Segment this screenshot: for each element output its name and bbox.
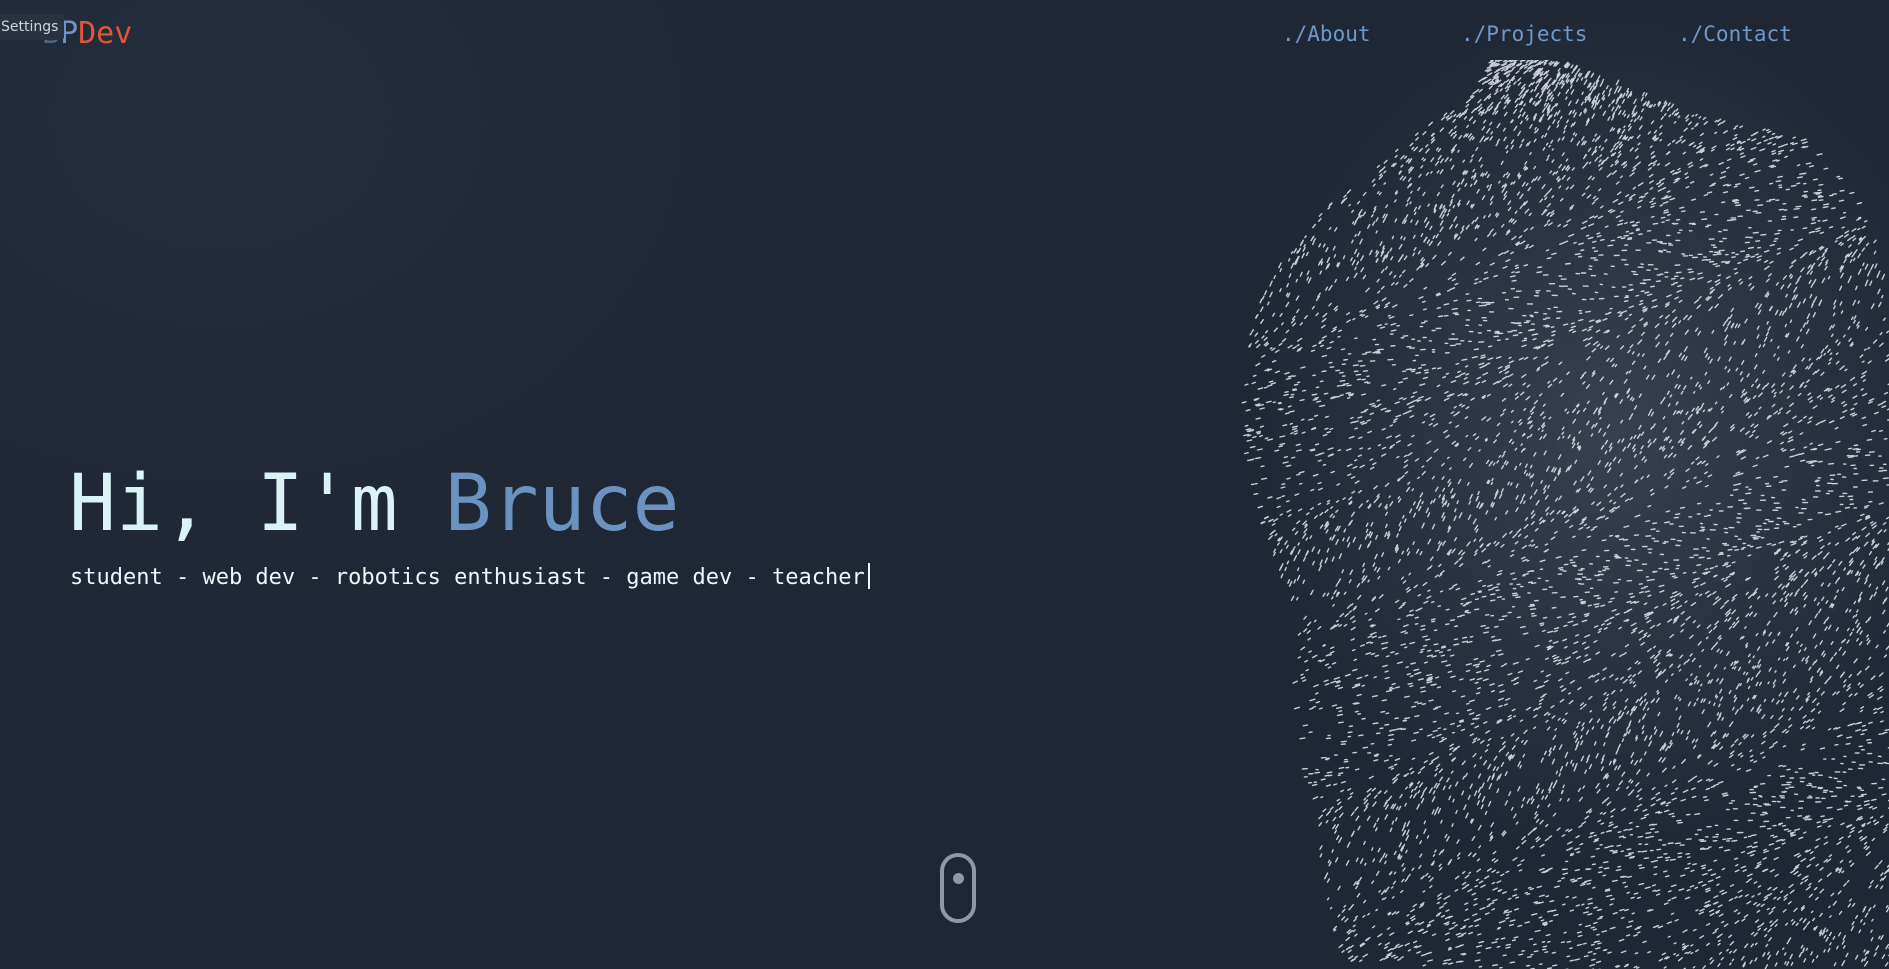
hero-tagline: student - web dev - robotics enthusiast … [70,563,870,593]
nav-link-projects[interactable]: ./Projects [1461,18,1587,50]
hero-title: Hi, I'm Bruce [69,458,680,550]
logo-dev: Dev [78,16,133,51]
nav-link-about[interactable]: ./About [1282,18,1371,50]
typing-caret [867,563,870,589]
settings-button[interactable]: Settings [0,14,65,40]
hero-name: Bruce [444,459,680,549]
tagline-text: student - web dev - robotics enthusiast … [70,565,865,590]
particle-bust-graphic [1241,60,1889,969]
mouse-scroll-icon[interactable] [940,853,976,923]
hero-greeting: Hi, I'm [69,459,445,549]
nav-link-contact[interactable]: ./Contact [1678,18,1792,50]
page: Settings BPDev ./About ./Projects ./Cont… [0,0,1889,969]
particle-cloud [1241,60,1889,969]
scroll-wheel-dot [952,873,964,884]
particle-strokes [1241,60,1889,969]
